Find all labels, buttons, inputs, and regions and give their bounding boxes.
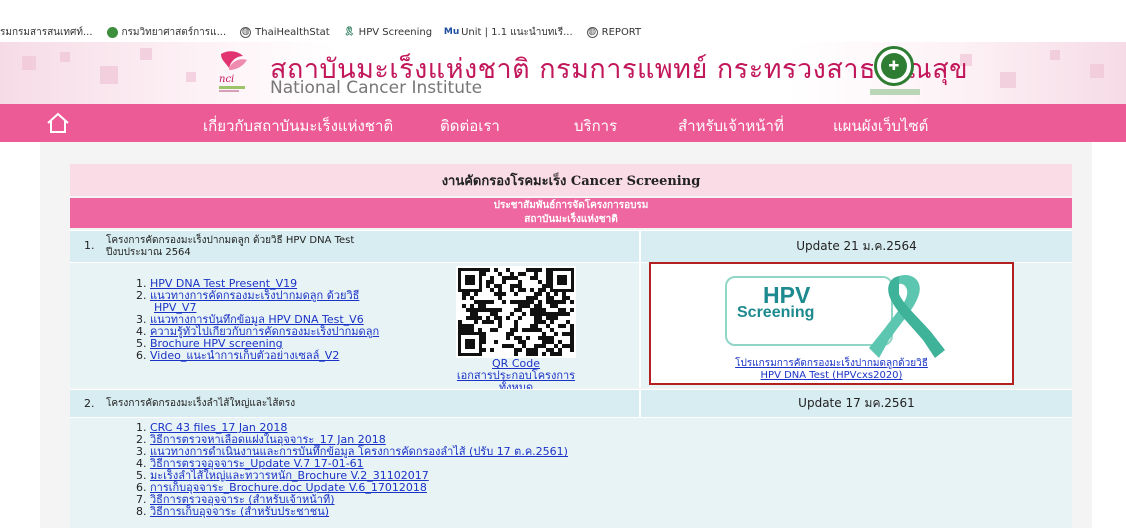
ribbon-icon: 🎗 [343, 27, 355, 37]
bookmark-label: ThaiHealthStat [255, 26, 330, 38]
hpv-logo-subtext: Screening [737, 304, 815, 321]
site-header: nci สถาบันมะเร็งแห่งชาติ กรมการแพทย์ กระ… [0, 42, 1126, 104]
decor-square [1050, 50, 1060, 60]
svg-text:nci: nci [219, 74, 234, 85]
list-number: 2. [136, 289, 147, 302]
section-title-line-2: ปีงบประมาณ 2564 [106, 247, 191, 258]
browser-frame: รมกรมสารสนเทศท์... กรมวิทยาศาสตร์การแ...… [0, 0, 1126, 528]
qr-code-icon[interactable] [456, 266, 576, 358]
announcement-banner: ประชาสัมพันธ์การจัดโครงการอบรม สถาบันมะเ… [70, 198, 1072, 228]
list-number: 8. [136, 505, 147, 518]
nci-logo-icon[interactable]: nci [215, 48, 251, 94]
globe-icon: ◍ [586, 26, 598, 38]
site-title-english: National Cancer Institute [270, 78, 483, 98]
emblem-caption-bar [870, 89, 920, 95]
bookmark-5[interactable]: Mu Unit | 1.1 แนะนำบทเรี... [443, 25, 573, 40]
hpv-program-link-code[interactable]: HPV DNA Test (HPVcxs2020) [761, 370, 903, 381]
decor-square [1090, 64, 1104, 78]
section-2-header: 2. โครงการคัดกรองมะเร็งลำไส้ใหญ่และไส้ตร… [70, 389, 1072, 417]
announcement-line-1: ประชาสัมพันธ์การจัดโครงการอบรม [493, 200, 649, 211]
green-logo-icon [106, 26, 118, 38]
home-icon[interactable] [46, 112, 70, 134]
section-title: โครงการคัดกรองมะเร็งลำไส้ใหญ่และไส้ตรง [106, 398, 296, 409]
bookmarks-bar: รมกรมสารสนเทศท์... กรมวิทยาศาสตร์การแ...… [0, 22, 1126, 42]
page-title: งานคัดกรองโรคมะเร็ง Cancer Screening [70, 164, 1072, 196]
bookmark-label: Unit | 1.1 แนะนำบทเรี... [461, 26, 573, 38]
section-2-link-list: 1. CRC 43 files_17 Jan 2018 2. วิธีการตร… [136, 422, 568, 518]
decor-square [100, 66, 118, 84]
bookmark-label: HPV Screening [358, 26, 433, 38]
section-title-line-1: โครงการคัดกรองมะเร็งปากมดลูก ด้วยวิธี HP… [106, 235, 355, 246]
bookmark-2[interactable]: กรมวิทยาศาสตร์การแ... [106, 25, 227, 40]
main-nav: เกี่ยวกับสถาบันมะเร็งแห่งชาติ ติดต่อเรา … [0, 104, 1126, 142]
decor-square [60, 52, 70, 62]
nav-item-services[interactable]: บริการ [574, 114, 617, 138]
bookmark-1[interactable]: รมกรมสารสนเทศท์... [0, 25, 93, 40]
decor-square [22, 56, 36, 70]
hpv-program-highlight[interactable]: HPV Screening โปรแกรมการคัดกรองมะเร็งปาก… [649, 262, 1014, 385]
section-number: 2. [84, 397, 95, 410]
bookmark-6[interactable]: ◍ REPORT [586, 26, 642, 38]
section-1-link-list: 1. HPV DNA Test Present_V19 2. แนวทางการ… [136, 278, 379, 362]
nav-item-staff[interactable]: สำหรับเจ้าหน้าที่ [678, 114, 784, 138]
teal-ribbon-icon [869, 274, 945, 358]
decor-square [186, 72, 196, 82]
ministry-emblem-icon: ✚ [874, 46, 914, 86]
bookmark-label: REPORT [601, 26, 642, 38]
bookmark-3[interactable]: ◍ ThaiHealthStat [240, 26, 330, 38]
doc-link[interactable]: วิธีการเก็บอุจจาระ (สำหรับประชาชน) [150, 505, 329, 518]
section-number: 1. [84, 239, 95, 252]
list-item: 8. วิธีการเก็บอุจจาระ (สำหรับประชาชน) [136, 506, 568, 518]
nav-item-about[interactable]: เกี่ยวกับสถาบันมะเร็งแห่งชาติ [203, 114, 393, 138]
announcement-line-2: สถาบันมะเร็งแห่งชาติ [524, 214, 618, 225]
hpv-program-caption: โปรแกรมการคัดกรองมะเร็งปากมดลูกด้วยวิธี … [651, 358, 1012, 382]
column-divider [639, 262, 641, 388]
bookmark-label: กรมวิทยาศาสตร์การแ... [121, 26, 227, 38]
nav-item-sitemap[interactable]: แผนผังเว็บไซต์ [833, 114, 928, 138]
doc-link[interactable]: Video_แนะนำการเก็บตัวอย่างเซลล์_V2 [150, 349, 339, 362]
mu-icon: Mu [443, 27, 460, 37]
list-number: 6. [136, 349, 147, 362]
section-update-date: Update 21 ม.ค.2564 [639, 231, 1072, 262]
section-1-header: 1. โครงการคัดกรองมะเร็งปากมดลูก ด้วยวิธี… [70, 230, 1072, 262]
hpv-program-link[interactable]: โปรแกรมการคัดกรองมะเร็งปากมดลูกด้วยวิธี [735, 358, 928, 369]
bookmark-label: รมกรมสารสนเทศท์... [0, 26, 93, 38]
section-title: โครงการคัดกรองมะเร็งปากมดลูก ด้วยวิธี HP… [106, 231, 639, 262]
decor-square [140, 48, 152, 60]
nav-item-contact[interactable]: ติดต่อเรา [440, 114, 500, 138]
decor-square [1000, 72, 1016, 88]
list-item: 6. Video_แนะนำการเก็บตัวอย่างเซลล์_V2 [136, 350, 379, 362]
globe-icon: ◍ [240, 26, 252, 38]
section-update-date: Update 17 มค.2561 [639, 390, 1072, 417]
bookmark-4[interactable]: 🎗 HPV Screening [343, 26, 433, 38]
